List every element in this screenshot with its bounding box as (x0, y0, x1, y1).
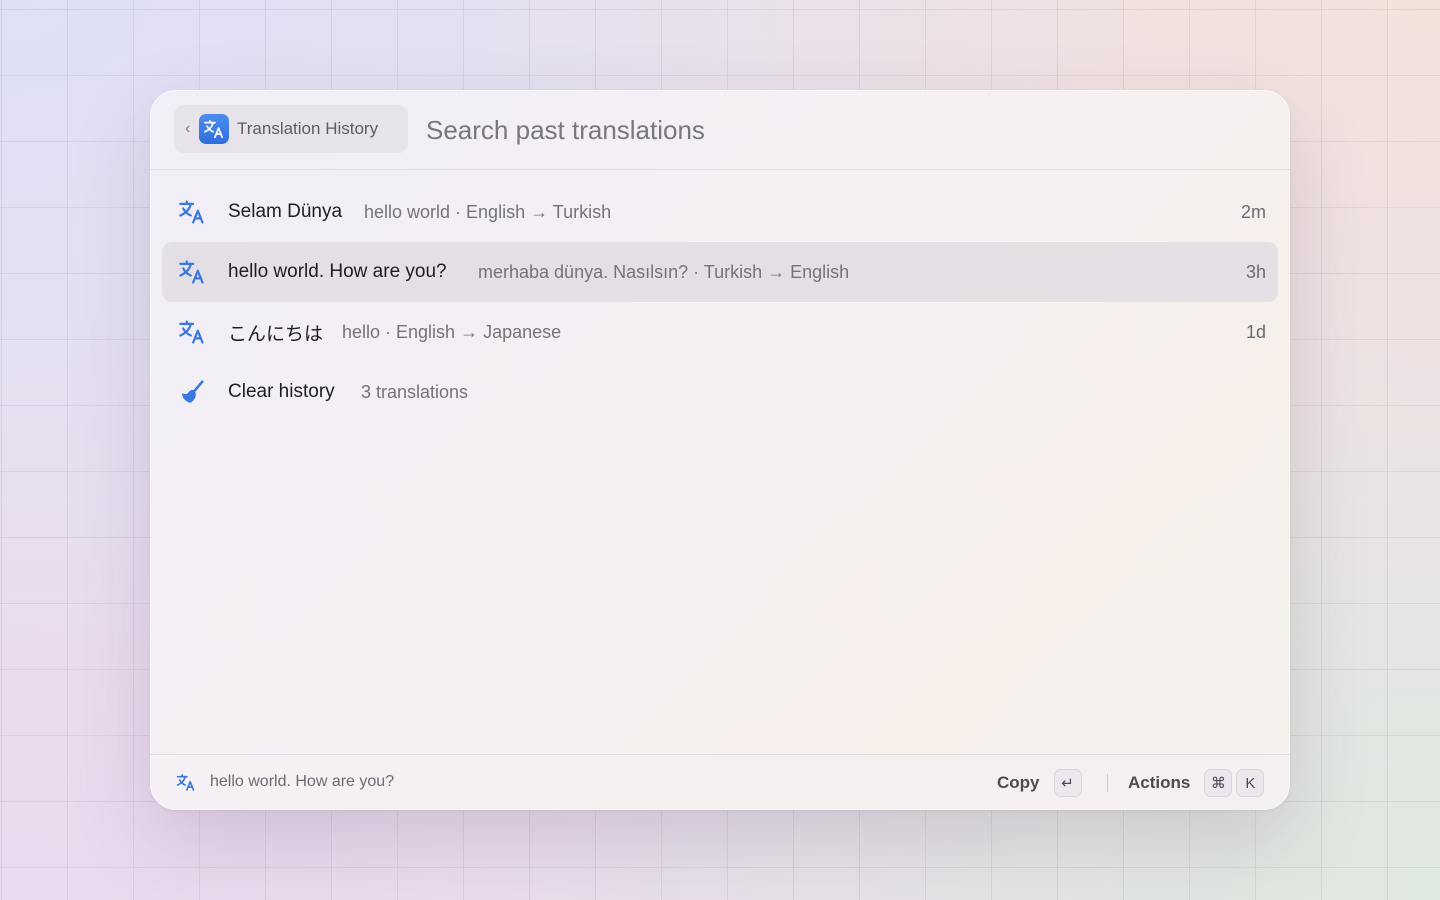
item-subtitle: hello · English → Japanese (342, 321, 562, 342)
item-time: 2m (1240, 201, 1266, 222)
search-bar: ‹ Translation History (150, 90, 1290, 170)
breadcrumb-label: Translation History (237, 119, 379, 138)
translate-icon (179, 260, 204, 284)
k-key: K (1236, 769, 1265, 797)
broom-icon (182, 380, 204, 403)
launcher-window: ‹ Translation History Search past transl… (150, 90, 1290, 810)
return-key-icon: ↵ (1053, 769, 1082, 797)
item-subtitle: merhaba dünya. Nasılsın? · Turkish → Eng… (478, 261, 850, 282)
item-title: Clear history (228, 381, 335, 402)
selected-item-text: hello world. How are you? (210, 773, 395, 790)
copy-label: Copy (997, 773, 1040, 792)
translate-icon (179, 200, 204, 224)
item-title: こんにちは (228, 323, 324, 345)
item-title: hello world. How are you? (228, 261, 447, 282)
item-subtitle: 3 translations (361, 381, 469, 402)
results-list: Selam Dünya hello world · English → Turk… (162, 182, 1278, 422)
translate-icon (179, 320, 204, 344)
search-input[interactable] (424, 110, 1248, 150)
command-key-icon: ⌘ (1204, 769, 1233, 797)
list-item-selected[interactable]: hello world. How are you? merhaba dünya.… (162, 242, 1278, 302)
actions-label: Actions (1128, 773, 1191, 792)
action-bar: hello world. How are you? Copy ↵ Actions… (150, 754, 1290, 810)
item-subtitle: hello world · English → Turkish (364, 201, 612, 222)
item-title: Selam Dünya (228, 201, 343, 222)
clear-history-item[interactable]: Clear history 3 translations (162, 362, 1278, 422)
item-time: 3h (1245, 261, 1266, 282)
back-breadcrumb-button[interactable]: ‹ Translation History (174, 105, 408, 153)
actions-menu-button[interactable]: Actions ⌘ K (1128, 769, 1265, 797)
chevron-left-icon: ‹ (185, 120, 191, 137)
list-item[interactable]: こんにちは hello · English → Japanese 1d (162, 302, 1278, 362)
translate-app-icon (199, 114, 229, 144)
item-time: 1d (1245, 321, 1266, 342)
translate-icon (176, 774, 195, 791)
list-item[interactable]: Selam Dünya hello world · English → Turk… (162, 182, 1278, 242)
footer-divider (1107, 774, 1108, 792)
copy-action-button[interactable]: Copy ↵ (997, 769, 1082, 797)
